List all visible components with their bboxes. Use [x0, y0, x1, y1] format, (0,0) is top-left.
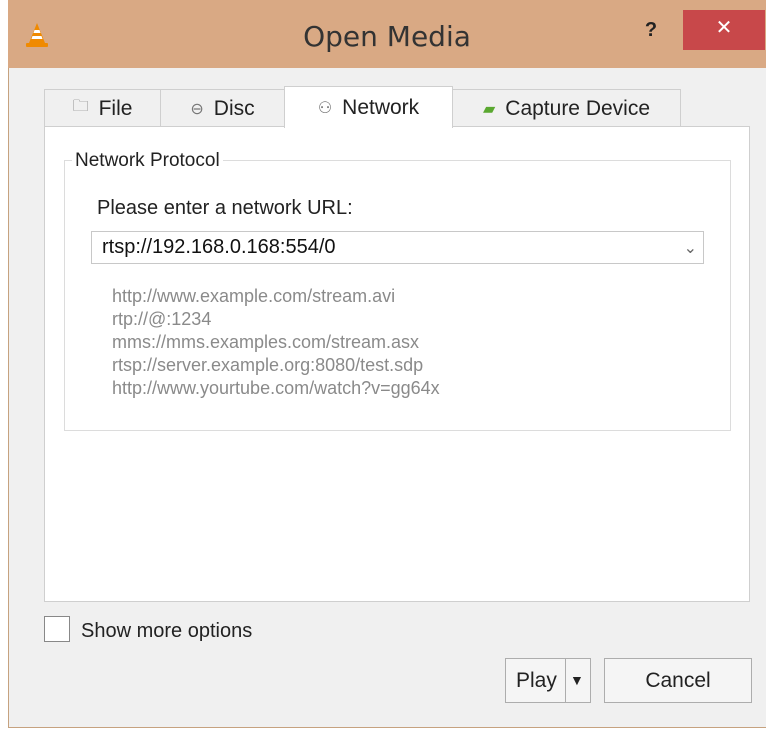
tab-disc-label: Disc — [213, 96, 255, 120]
show-more-options-label[interactable]: Show more options — [81, 620, 252, 643]
chevron-down-icon[interactable]: ⌄ — [684, 238, 697, 258]
tab-disc[interactable]: ⊖ Disc — [160, 89, 285, 127]
tab-network-label: Network — [342, 95, 420, 119]
tab-network[interactable]: ⚇ Network — [284, 86, 453, 128]
tab-file-label: File — [98, 96, 133, 120]
example-url: http://www.example.com/stream.avi — [112, 286, 396, 306]
group-title: Network Protocol — [72, 150, 223, 172]
network-tab-panel: Network Protocol Please enter a network … — [44, 126, 750, 602]
url-label: Please enter a network URL: — [97, 197, 353, 219]
example-url: rtsp://server.example.org:8080/test.sdp — [112, 355, 424, 375]
folder-icon: 🗀 — [72, 98, 89, 115]
play-button[interactable]: Play ▼ — [505, 658, 591, 703]
example-url: rtp://@:1234 — [112, 309, 212, 329]
open-media-dialog: Open Media ? ✕ 🗀 File ⊖ Disc ⚇ Network ▰… — [8, 0, 766, 728]
url-combobox[interactable]: rtsp://192.168.0.168:554/0 ⌄ — [91, 231, 704, 264]
show-more-options-checkbox[interactable] — [44, 616, 70, 642]
disc-icon: ⊖ — [190, 100, 204, 118]
url-examples: http://www.example.com/stream.avi rtp://… — [112, 285, 440, 400]
play-button-label[interactable]: Play — [516, 669, 557, 693]
network-icon: ⚇ — [317, 99, 333, 117]
tab-capture-device-label: Capture Device — [505, 96, 651, 120]
dialog-body: 🗀 File ⊖ Disc ⚇ Network ▰ Capture Device… — [8, 68, 766, 728]
play-button-divider — [565, 659, 566, 702]
help-button[interactable]: ? — [636, 14, 666, 46]
example-url: http://www.yourtube.com/watch?v=gg64x — [112, 378, 440, 398]
url-input[interactable]: rtsp://192.168.0.168:554/0 — [102, 236, 336, 259]
cancel-button[interactable]: Cancel — [604, 658, 752, 703]
tab-capture-device[interactable]: ▰ Capture Device — [452, 89, 681, 127]
close-button[interactable]: ✕ — [683, 10, 765, 50]
capture-card-icon: ▰ — [482, 100, 496, 118]
tab-file[interactable]: 🗀 File — [44, 89, 161, 127]
title-bar[interactable]: Open Media ? ✕ — [8, 0, 766, 68]
example-url: mms://mms.examples.com/stream.asx — [112, 332, 420, 352]
dropdown-arrow-icon[interactable]: ▼ — [570, 672, 584, 688]
